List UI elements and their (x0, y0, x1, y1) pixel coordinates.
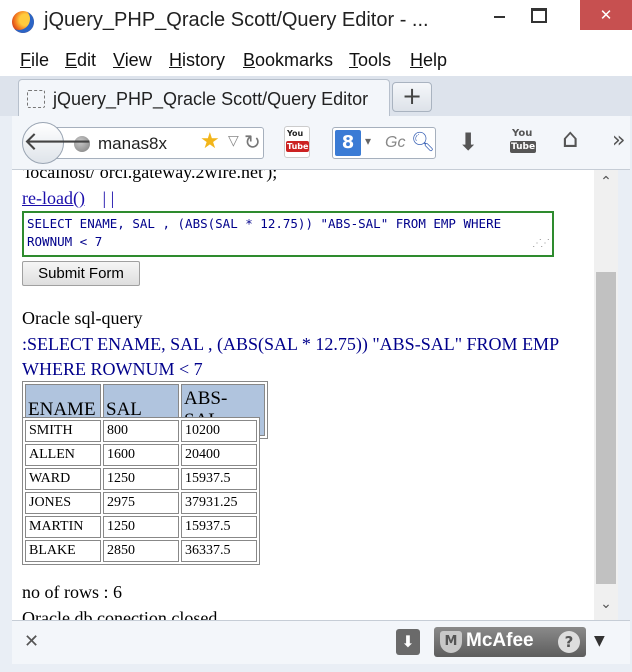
menu-edit[interactable]: Edit (65, 50, 96, 71)
cell-sal: 1600 (103, 444, 179, 466)
connection-closed-message: Oracle db conection closed (22, 608, 218, 620)
page-content: 'localhost/ orcl.gateway.2wire.net'); re… (12, 170, 594, 620)
download-icon[interactable]: ⬇ (396, 629, 420, 655)
navigation-toolbar: manas8x ★ ▽ ↻ 🡐 8 ▾ Gc 🔍︎ ⬇ ⌂ » (12, 116, 630, 170)
addon-bar: ✕ ⬇ M McAfee ? ▼ (12, 620, 630, 664)
url-dropdown-icon[interactable]: ▽ (228, 133, 239, 149)
page-icon (27, 90, 45, 108)
scroll-down-arrow-icon[interactable]: ⌄ (594, 596, 618, 618)
table-row: BLAKE 2850 36337.5 (25, 540, 257, 562)
tab-strip: jQuery_PHP_Qracle Scott/Query Editor + (0, 76, 632, 117)
search-engine-dropdown-icon[interactable]: ▾ (365, 134, 371, 148)
overflow-menu-icon[interactable]: » (612, 128, 625, 153)
close-addon-bar-button[interactable]: ✕ (24, 631, 39, 652)
menu-history[interactable]: History (169, 50, 225, 71)
cell-sal: 800 (103, 420, 179, 442)
table-row: MARTIN 1250 15937.5 (25, 516, 257, 538)
cell-sal: 1250 (103, 516, 179, 538)
cell-ename: JONES (25, 492, 101, 514)
reload-link[interactable]: re-load() (22, 188, 85, 209)
cell-sal: 2850 (103, 540, 179, 562)
cell-ename: ALLEN (25, 444, 101, 466)
firefox-icon[interactable] (12, 11, 34, 33)
cell-ename: MARTIN (25, 516, 101, 538)
window-title: jQuery_PHP_Qracle Scott/Query Editor - .… (44, 9, 429, 31)
table-row: JONES 2975 37931.25 (25, 492, 257, 514)
search-input[interactable]: Gc (385, 134, 405, 152)
home-icon[interactable]: ⌂ (562, 124, 579, 154)
section-label: Oracle sql-query (22, 308, 143, 328)
mcafee-label: McAfee (466, 630, 534, 651)
download-arrow-icon[interactable]: ⬇ (458, 128, 478, 156)
table-row: SMITH 800 10200 (25, 420, 257, 442)
search-icon[interactable]: 🔍︎ (411, 130, 435, 153)
cell-abs-sal: 36337.5 (181, 540, 257, 562)
maximize-button[interactable] (516, 0, 562, 30)
addon-dropdown-icon[interactable]: ▼ (594, 633, 605, 649)
scroll-up-arrow-icon[interactable]: ⌃ (594, 174, 618, 196)
cell-abs-sal: 10200 (181, 420, 257, 442)
mcafee-help-icon[interactable]: ? (558, 631, 580, 653)
window-frame (618, 170, 632, 620)
table-row: WARD 1250 15937.5 (25, 468, 257, 490)
title-bar: jQuery_PHP_Qracle Scott/Query Editor - .… (0, 0, 632, 44)
cell-abs-sal: 37931.25 (181, 492, 257, 514)
rows-count: no of rows : 6 (22, 582, 122, 602)
menu-help[interactable]: Help (410, 50, 447, 71)
reload-icon[interactable]: ↻ (244, 130, 261, 154)
google-search-engine-icon[interactable]: 8 (335, 130, 361, 156)
mcafee-addon[interactable]: M McAfee ? (434, 627, 586, 657)
cell-ename: BLAKE (25, 540, 101, 562)
vertical-scrollbar[interactable]: ⌃ ⌄ (594, 170, 618, 620)
sql-query-textarea[interactable]: SELECT ENAME, SAL , (ABS(SAL * 12.75)) "… (22, 211, 554, 257)
youtube-icon[interactable] (284, 126, 310, 158)
new-tab-button[interactable]: + (392, 82, 432, 112)
menu-tools[interactable]: Tools (349, 50, 391, 71)
cell-sal: 2975 (103, 492, 179, 514)
scrollbar-thumb[interactable] (596, 272, 616, 584)
tab-label: jQuery_PHP_Qracle Scott/Query Editor (53, 89, 369, 109)
menu-bar: File Edit View History Bookmarks Tools H… (0, 44, 632, 76)
resize-grip-icon[interactable]: ⋰⋰ (532, 238, 550, 252)
table-row: ALLEN 1600 20400 (25, 444, 257, 466)
menu-bookmarks[interactable]: Bookmarks (243, 50, 333, 71)
cell-ename: SMITH (25, 420, 101, 442)
cell-abs-sal: 15937.5 (181, 516, 257, 538)
url-text[interactable]: manas8x (98, 134, 167, 154)
back-button[interactable]: 🡐 (22, 122, 93, 164)
youtube-gray-icon[interactable] (510, 128, 537, 158)
result-data-table: SMITH 800 10200 ALLEN 1600 20400 WARD 12… (22, 417, 260, 565)
close-window-button[interactable]: ✕ (580, 0, 632, 30)
cell-sal: 1250 (103, 468, 179, 490)
cell-ename: WARD (25, 468, 101, 490)
search-bar[interactable]: 8 ▾ Gc 🔍︎ (332, 127, 436, 159)
menu-file[interactable]: File (20, 50, 49, 71)
query-echo: :SELECT ENAME, SAL , (ABS(SAL * 12.75)) … (22, 334, 559, 379)
tab-query-editor[interactable]: jQuery_PHP_Qracle Scott/Query Editor (18, 79, 390, 117)
bookmark-star-icon[interactable]: ★ (200, 129, 220, 154)
submit-form-button[interactable]: Submit Form (22, 261, 140, 286)
partial-text-line: 'localhost/ orcl.gateway.2wire.net'); (22, 170, 278, 182)
mcafee-shield-icon: M (440, 631, 462, 653)
link-separator: | | (98, 188, 115, 208)
cell-abs-sal: 15937.5 (181, 468, 257, 490)
cell-abs-sal: 20400 (181, 444, 257, 466)
menu-view[interactable]: View (113, 50, 152, 71)
